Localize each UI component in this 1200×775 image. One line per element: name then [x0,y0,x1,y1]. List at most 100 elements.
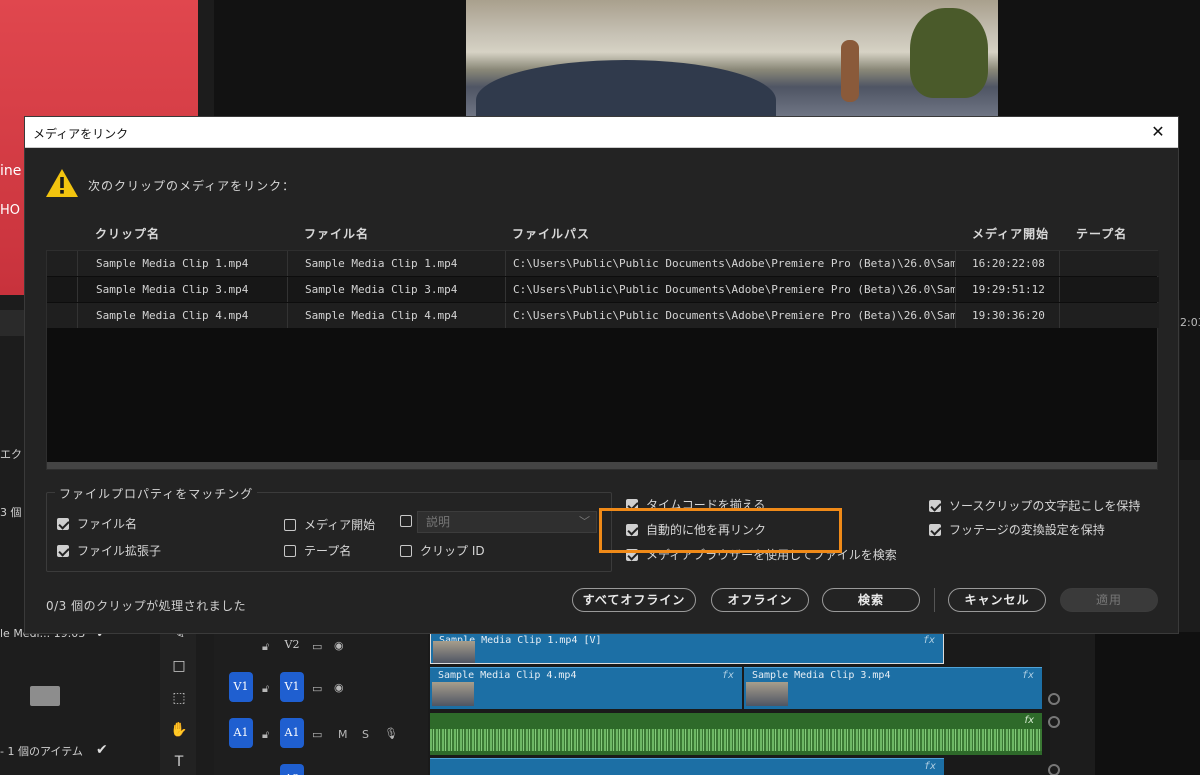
cell-tape-name [1060,303,1157,328]
eye-icon[interactable]: ◉ [334,639,344,652]
fx-badge[interactable]: fx [923,635,935,646]
description-dropdown[interactable]: 説明 ﹀ [417,511,597,533]
clip-thumbnail [746,682,788,706]
monitor-timecode: 2:03 [1180,316,1200,329]
checkbox-box[interactable] [284,518,296,531]
column-header-clip-name[interactable]: クリップ名 [95,225,160,242]
track-scroll-handle[interactable] [1048,716,1060,728]
close-icon[interactable]: ✕ [1138,117,1178,148]
project-bin-items[interactable]: - 1 個のアイテム [0,743,83,759]
cell-tape-name [1060,277,1157,302]
match-tape-name-checkbox[interactable]: テープ名 [284,542,351,559]
lock-icon[interactable]: 🔓︎ [262,640,269,654]
cell-file-path: C:\Users\Public\Public Documents\Adobe\P… [506,277,956,302]
lock-icon[interactable]: 🔓︎ [262,682,269,696]
column-header-tape-name[interactable]: テープ名 [1076,225,1127,242]
dialog-title: メディアをリンク [33,127,129,141]
preserve-transcripts-checkbox[interactable]: ソースクリップの文字起こしを保持 [929,497,1140,514]
track-a2-target[interactable]: A2 [280,764,304,775]
offline-button[interactable]: オフライン [711,588,809,612]
track-v2-label[interactable]: V2 [280,630,304,660]
folder-icon[interactable] [30,686,60,706]
cell-file-path: C:\Users\Public\Public Documents\Adobe\P… [506,251,956,276]
checkmark-icon: ✔ [96,742,108,758]
lock-icon[interactable]: 🔓︎ [262,728,269,742]
type-tool-icon[interactable]: T [170,754,188,770]
match-media-start-checkbox[interactable]: メディア開始 [284,516,375,533]
annotation-highlight-box [599,508,842,553]
track-v1-source[interactable]: V1 [229,672,253,702]
apply-button[interactable]: 適用 [1060,588,1158,612]
track-a1-source[interactable]: A1 [229,718,253,748]
project-panel-tab[interactable]: エク [0,446,22,462]
fx-badge[interactable]: fx [722,670,734,681]
timeline-clip[interactable]: Sample Media Clip 3.mp4 fx [744,667,1042,709]
checkbox-box[interactable] [57,544,69,557]
preserve-footage-interpretation-checkbox[interactable]: フッテージの変換設定を保持 [929,521,1105,538]
checkbox-label: ソースクリップの文字起こしを保持 [949,499,1141,513]
match-description-checkbox[interactable] [400,515,412,527]
button-divider [934,588,935,612]
dialog-prompt: 次のクリップのメディアをリンク： [88,179,296,193]
monitor-toolbar [0,310,24,336]
timeline-clip[interactable]: Sample Media Clip 4.mp4 fx [430,667,742,709]
column-header-file-path[interactable]: ファイルパス [512,225,590,242]
checkbox-label: メディア開始 [304,518,376,532]
checkbox-label: クリップ ID [420,544,485,558]
table-row[interactable]: Sample Media Clip 3.mp4 Sample Media Cli… [47,277,1159,302]
track-scroll-handle[interactable] [1048,693,1060,705]
match-file-name-checkbox[interactable]: ファイル名 [57,515,137,532]
fx-badge[interactable]: fx [1022,670,1034,681]
fx-badge[interactable]: fx [924,761,936,772]
clip-thumbnail [432,682,474,706]
selection-tool-icon[interactable]: ⬚ [170,690,188,706]
cell-media-start: 19:30:36:20 [956,303,1060,328]
mute-button[interactable]: M [338,728,348,741]
cell-media-start: 16:20:22:08 [956,251,1060,276]
cancel-button[interactable]: キャンセル [948,588,1046,612]
link-media-dialog: メディアをリンク ✕ 次のクリップのメディアをリンク： クリップ名 ファイル名 … [24,116,1179,634]
column-header-file-name[interactable]: ファイル名 [304,225,369,242]
chevron-down-icon: ﹀ [579,515,590,528]
cell-file-path: C:\Users\Public\Public Documents\Adobe\P… [506,303,956,328]
film-icon[interactable]: ▭ [312,728,322,741]
timeline-clip[interactable]: fx [430,758,944,775]
row-gutter [47,277,78,302]
video-skate-ramp [476,60,776,116]
checkbox-box[interactable] [57,517,69,530]
column-header-media-start[interactable]: メディア開始 [972,225,1049,242]
audio-meter-panel [1095,632,1200,775]
match-file-extension-checkbox[interactable]: ファイル拡張子 [57,542,161,559]
microphone-icon[interactable]: 🎙︎ [384,727,398,740]
solo-button[interactable]: S [362,728,369,741]
checkbox-box[interactable] [929,523,941,536]
timeline-clip[interactable]: Sample Media Clip 1.mp4 [V] fx [430,632,944,664]
dialog-titlebar[interactable]: メディアをリンク ✕ [25,117,1178,148]
fx-badge[interactable]: fx [1025,715,1034,726]
track-scroll-handle[interactable] [1048,764,1060,775]
checkbox-box[interactable] [400,544,412,557]
film-icon[interactable]: ▭ [312,682,322,695]
row-gutter [47,303,78,328]
hand-tool-icon[interactable]: ✋ [170,722,188,738]
cell-clip-name: Sample Media Clip 1.mp4 [78,251,288,276]
audio-clip[interactable]: fx [430,713,1042,755]
table-row[interactable]: Sample Media Clip 1.mp4 Sample Media Cli… [47,251,1159,276]
cell-file-name: Sample Media Clip 4.mp4 [288,303,506,328]
table-row[interactable]: Sample Media Clip 4.mp4 Sample Media Cli… [47,303,1159,328]
search-button[interactable]: 検索 [822,588,920,612]
checkbox-box[interactable] [929,499,941,512]
rectangle-tool-icon[interactable]: □ [170,658,188,674]
track-v1-target[interactable]: V1 [280,672,304,702]
cell-file-name: Sample Media Clip 1.mp4 [288,251,506,276]
checkbox-box[interactable] [284,544,296,557]
match-clip-id-checkbox[interactable]: クリップ ID [400,542,485,559]
table-horizontal-scrollbar[interactable] [47,462,1157,469]
film-icon[interactable]: ▭ [312,640,322,653]
track-a1-target[interactable]: A1 [280,718,304,748]
row-gutter [47,251,78,276]
eye-icon[interactable]: ◉ [334,681,344,694]
offline-all-button[interactable]: すべてオフライン [572,588,696,612]
match-properties-legend: ファイルプロパティをマッチング [55,485,258,502]
checkbox-box[interactable] [400,515,412,527]
